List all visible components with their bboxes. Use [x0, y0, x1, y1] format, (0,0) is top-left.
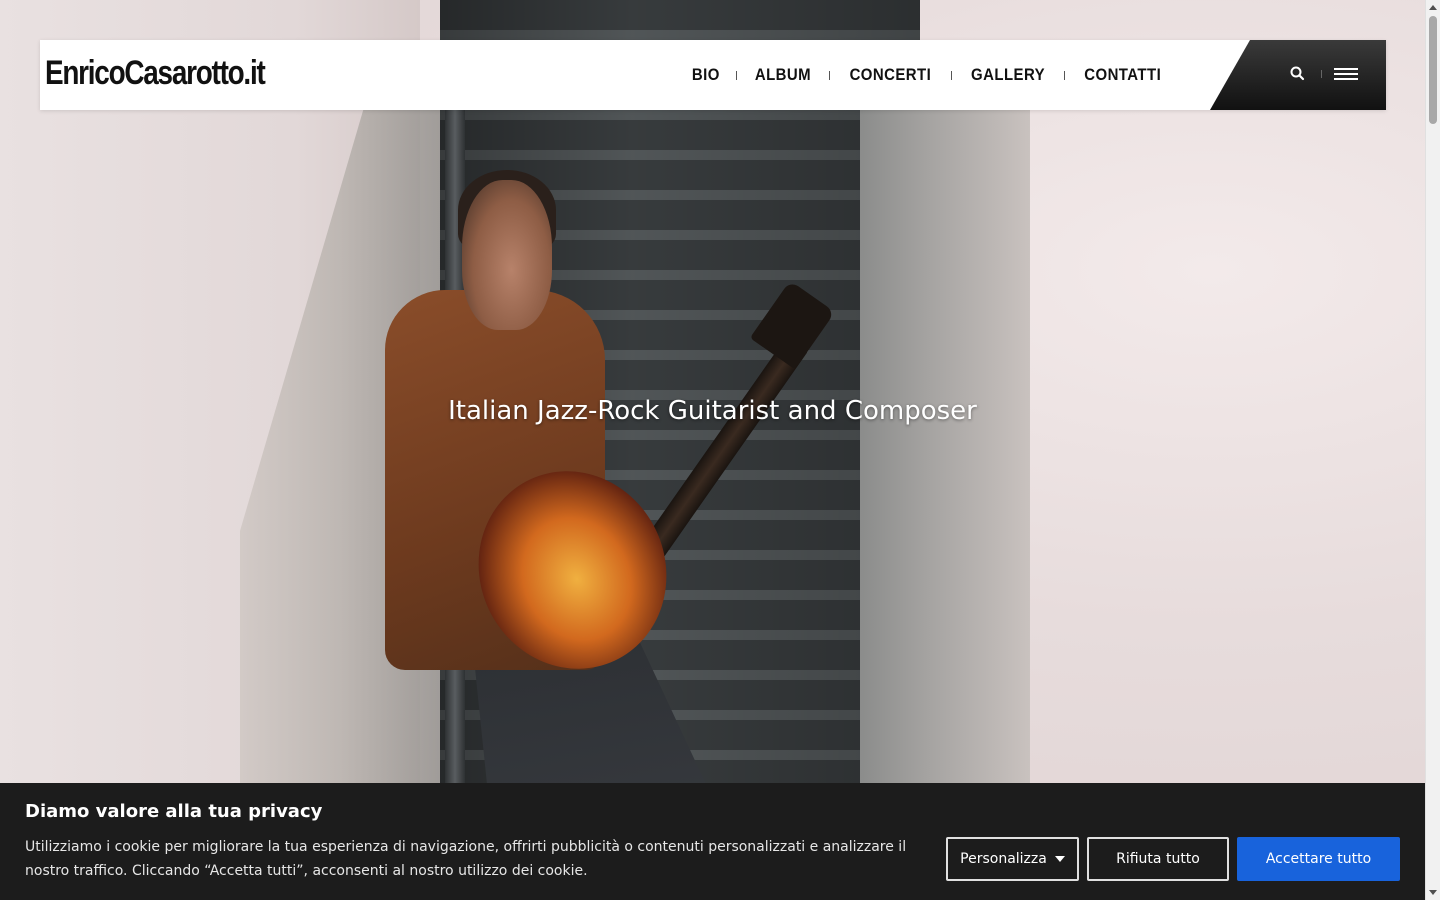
nav-divider	[828, 70, 830, 80]
accept-all-button[interactable]: Accettare tutto	[1237, 837, 1400, 881]
cookie-description: Utilizziamo i cookie per migliorare la t…	[25, 839, 907, 879]
customize-label: Personalizza	[960, 851, 1047, 867]
main-nav: BIO ALBUM CONCERTI GALLERY CONTATTI	[676, 40, 1180, 110]
nav-divider	[950, 70, 952, 80]
nav-divider	[735, 70, 737, 80]
hero-tagline: Italian Jazz-Rock Guitarist and Composer	[448, 396, 977, 426]
scroll-thumb[interactable]	[1429, 16, 1437, 124]
hero-figure-head	[462, 180, 552, 330]
nav-item-bio[interactable]: BIO	[680, 65, 733, 85]
hero-wall-right	[860, 100, 1030, 900]
nav-item-concerti[interactable]: CONCERTI	[837, 65, 943, 85]
tools-divider	[1321, 70, 1322, 78]
nav-item-album[interactable]: ALBUM	[742, 65, 823, 85]
scroll-up-arrow-icon[interactable]	[1429, 5, 1437, 10]
scroll-down-arrow-icon[interactable]	[1429, 890, 1437, 895]
nav-item-gallery[interactable]: GALLERY	[958, 65, 1057, 85]
nav-divider	[1063, 70, 1065, 80]
customize-button[interactable]: Personalizza	[946, 837, 1079, 881]
search-icon[interactable]	[1288, 64, 1308, 84]
hero-image	[0, 0, 1425, 900]
hamburger-menu-icon[interactable]	[1334, 65, 1358, 85]
page-scrollbar[interactable]	[1425, 0, 1440, 900]
site-header: EnricoCasarotto.it BIO ALBUM CONCERTI GA…	[40, 40, 1386, 110]
header-tools-panel	[1210, 40, 1386, 110]
cookie-title: Diamo valore alla tua privacy	[25, 801, 323, 822]
site-logo[interactable]: EnricoCasarotto.it	[45, 54, 266, 93]
reject-all-button[interactable]: Rifiuta tutto	[1087, 837, 1229, 881]
chevron-down-icon	[1054, 856, 1065, 862]
nav-item-contatti[interactable]: CONTATTI	[1072, 65, 1174, 85]
cookie-consent-banner: Diamo valore alla tua privacy Utilizziam…	[0, 783, 1425, 900]
